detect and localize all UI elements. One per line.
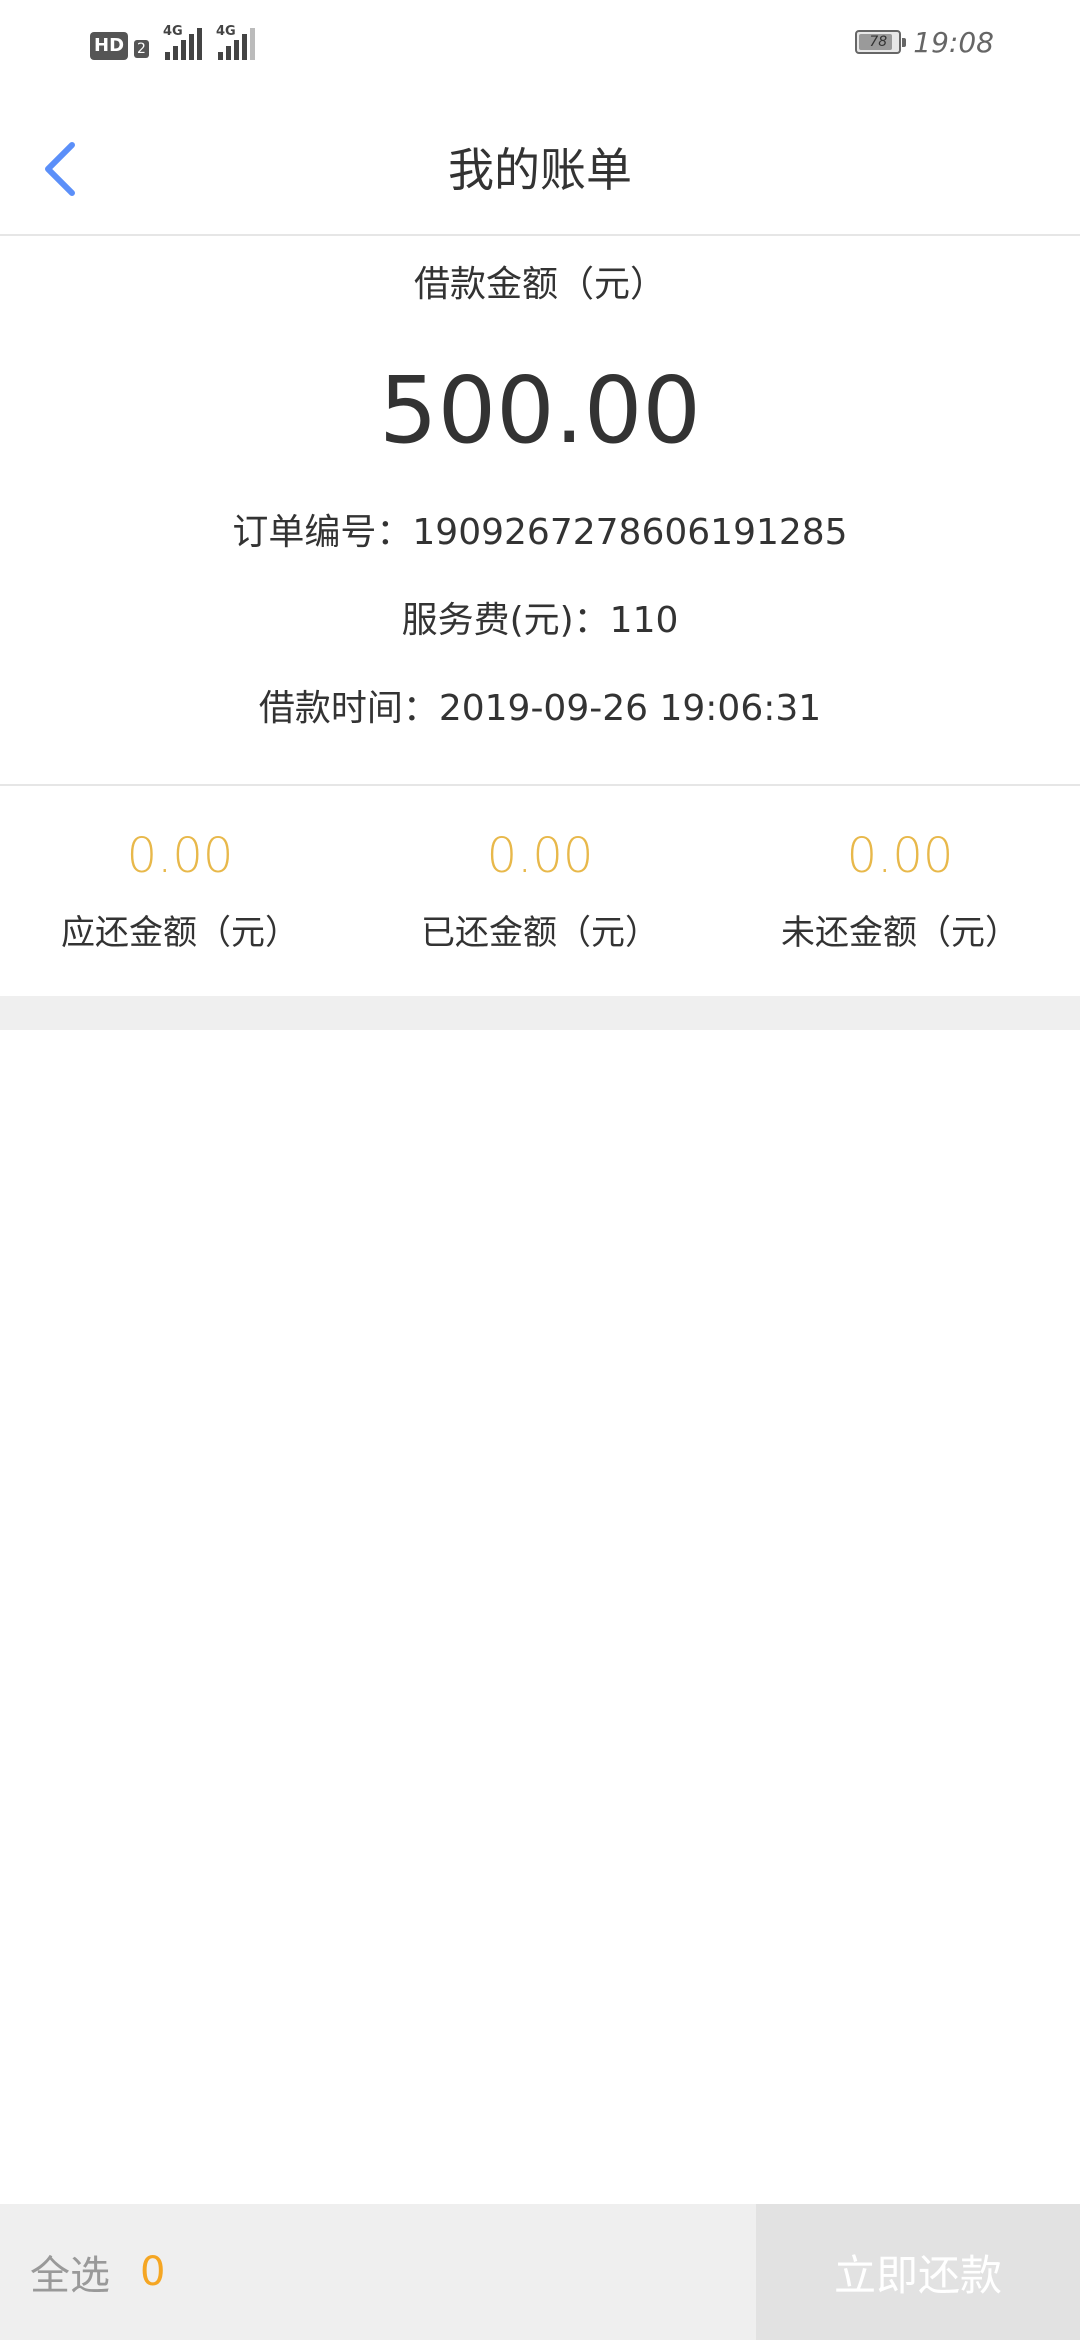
select-all-label: 全选 xyxy=(30,2253,110,2299)
status-left: HD 2 4G 4G xyxy=(90,24,255,60)
hd-label: HD xyxy=(94,35,125,56)
select-all-control[interactable]: 全选 0 xyxy=(30,2204,165,2340)
summary-due-value: 0.00 xyxy=(126,828,234,884)
summary-outstanding-label: 未还金额（元） xyxy=(781,913,1019,953)
network-type-label-1: 4G xyxy=(162,24,183,39)
summary-due-label: 应还金额（元） xyxy=(61,913,299,953)
service-fee: 服务费(元)：110 xyxy=(401,600,679,641)
battery-icon: 78 xyxy=(855,30,907,54)
section-divider xyxy=(0,996,1080,1030)
order-number: 订单编号：1909267278606191285 xyxy=(232,512,848,553)
signal-strength-icon-2: 4G xyxy=(214,24,255,60)
loan-amount-label: 借款金额（元） xyxy=(413,264,666,305)
battery-level: 78 xyxy=(869,34,888,50)
page-title: 我的账单 xyxy=(448,143,632,197)
summary-repaid-label: 已还金额（元） xyxy=(421,913,659,953)
repayment-summary: 0.00 应还金额（元） 0.00 已还金额（元） 0.00 未还金额（元） xyxy=(0,786,1080,996)
signal-strength-icon-1: 4G xyxy=(161,24,202,60)
summary-repaid: 0.00 已还金额（元） xyxy=(360,786,720,996)
status-time: 19:08 xyxy=(913,25,994,59)
loan-info-section: 借款金额（元） 500.00 订单编号：1909267278606191285 … xyxy=(0,236,1080,786)
repay-now-button[interactable]: 立即还款 xyxy=(756,2204,1080,2340)
loan-time: 借款时间：2019-09-26 19:06:31 xyxy=(258,688,822,729)
bottom-action-bar: 全选 0 立即还款 xyxy=(0,2204,1080,2340)
hd-voice-icon: HD xyxy=(90,32,129,60)
hd-sub-label: 2 xyxy=(134,40,149,58)
summary-outstanding-value: 0.00 xyxy=(846,828,954,884)
summary-outstanding: 0.00 未还金额（元） xyxy=(720,786,1080,996)
status-right: 78 19:08 xyxy=(855,25,994,59)
loan-amount-value: 500.00 xyxy=(379,357,701,464)
selected-count: 0 xyxy=(140,2249,166,2295)
network-type-label-2: 4G xyxy=(215,24,236,39)
summary-due: 0.00 应还金额（元） xyxy=(0,786,360,996)
summary-repaid-value: 0.00 xyxy=(486,828,594,884)
status-bar: HD 2 4G 4G 78 19:08 xyxy=(0,0,1080,84)
nav-bar: 我的账单 xyxy=(0,84,1080,236)
